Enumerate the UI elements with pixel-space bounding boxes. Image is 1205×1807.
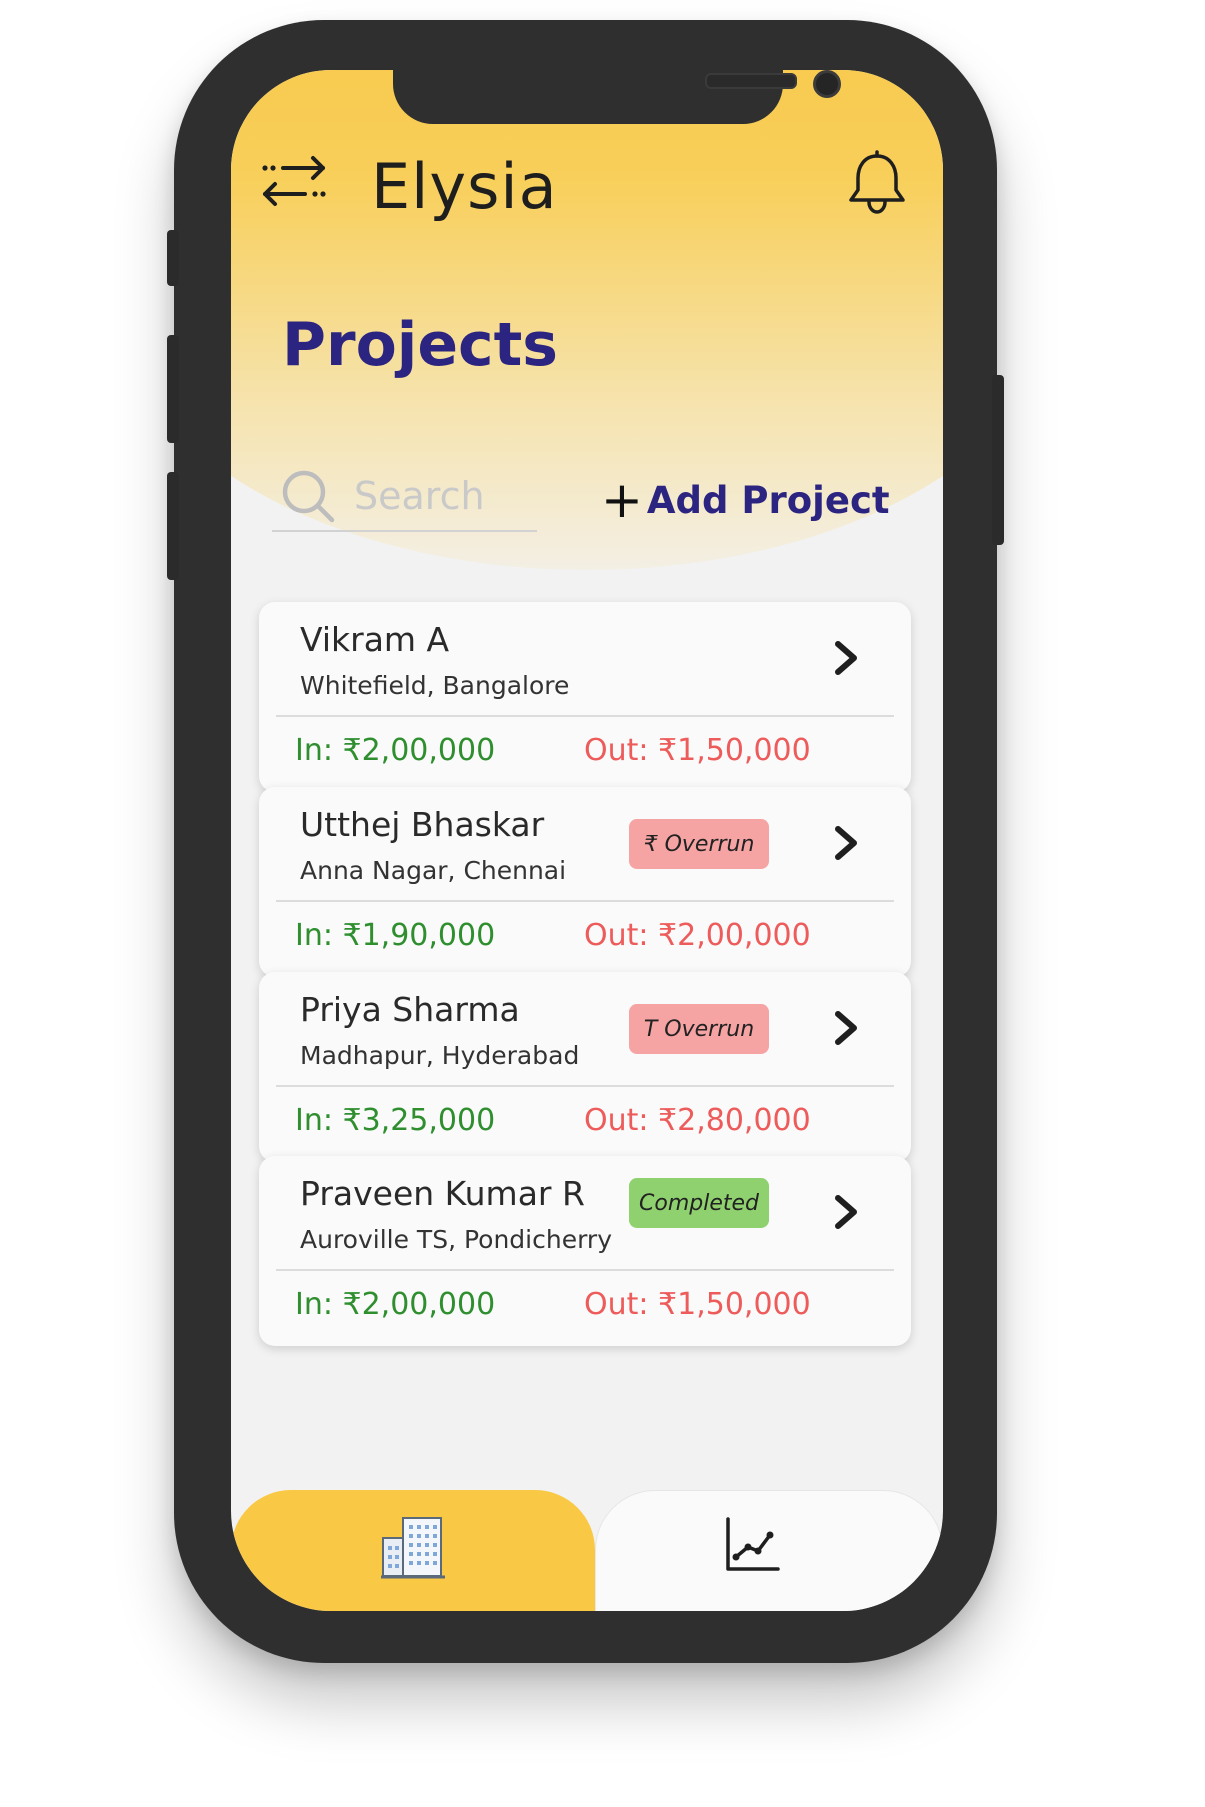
app-screen: Elysia Projects + Add Project Vikram A W…	[231, 70, 943, 1611]
search-input[interactable]	[354, 474, 534, 518]
chevron-right-icon[interactable]	[829, 823, 863, 863]
project-income: In: ₹1,90,000	[295, 918, 496, 953]
phone-notch	[393, 70, 841, 124]
project-name: Praveen Kumar R	[300, 1174, 585, 1213]
project-location: Anna Nagar, Chennai	[300, 856, 567, 885]
speaker-grille	[705, 73, 797, 89]
phone-mute-switch	[167, 230, 179, 286]
project-card[interactable]: Utthej Bhaskar Anna Nagar, Chennai ₹ Ove…	[259, 787, 911, 977]
project-card[interactable]: Praveen Kumar R Auroville TS, Pondicherr…	[259, 1156, 911, 1346]
card-divider	[276, 900, 894, 902]
tab-projects[interactable]	[231, 1490, 595, 1611]
project-card[interactable]: Vikram A Whitefield, Bangalore In: ₹2,00…	[259, 602, 911, 792]
project-name: Priya Sharma	[300, 990, 520, 1029]
status-badge-cost-overrun: ₹ Overrun	[629, 819, 769, 869]
card-divider	[276, 1085, 894, 1087]
project-expense: Out: ₹2,00,000	[584, 918, 811, 953]
search-bar	[272, 460, 537, 532]
project-expense: Out: ₹2,80,000	[584, 1103, 811, 1138]
project-location: Auroville TS, Pondicherry	[300, 1225, 612, 1254]
chevron-right-icon[interactable]	[829, 1008, 863, 1048]
project-income: In: ₹3,25,000	[295, 1103, 496, 1138]
chevron-right-icon[interactable]	[829, 1192, 863, 1232]
search-icon	[282, 470, 335, 523]
project-name: Utthej Bhaskar	[300, 805, 545, 844]
card-divider	[276, 715, 894, 717]
project-location: Madhapur, Hyderabad	[300, 1041, 580, 1070]
front-camera	[813, 70, 841, 98]
project-expense: Out: ₹1,50,000	[584, 733, 811, 768]
page-title: Projects	[282, 310, 559, 380]
chevron-right-icon[interactable]	[829, 638, 863, 678]
plus-icon: +	[601, 471, 643, 529]
project-expense: Out: ₹1,50,000	[584, 1287, 811, 1322]
building-icon	[381, 1517, 445, 1579]
add-project-button[interactable]: + Add Project	[601, 475, 890, 525]
chart-icon	[726, 1517, 780, 1571]
tab-analytics[interactable]	[595, 1490, 943, 1611]
project-card[interactable]: Priya Sharma Madhapur, Hyderabad T Overr…	[259, 972, 911, 1162]
swap-icon[interactable]	[259, 152, 329, 210]
project-income: In: ₹2,00,000	[295, 733, 496, 768]
project-location: Whitefield, Bangalore	[300, 671, 570, 700]
card-divider	[276, 1269, 894, 1271]
add-project-label: Add Project	[646, 478, 890, 522]
phone-power-button	[992, 375, 1004, 545]
status-badge-time-overrun: T Overrun	[629, 1004, 769, 1054]
app-title: Elysia	[371, 150, 558, 223]
status-badge-completed: Completed	[629, 1178, 769, 1228]
bell-icon[interactable]	[846, 150, 908, 216]
phone-volume-down	[167, 472, 179, 580]
phone-volume-up	[167, 335, 179, 443]
project-income: In: ₹2,00,000	[295, 1287, 496, 1322]
project-name: Vikram A	[300, 620, 450, 659]
